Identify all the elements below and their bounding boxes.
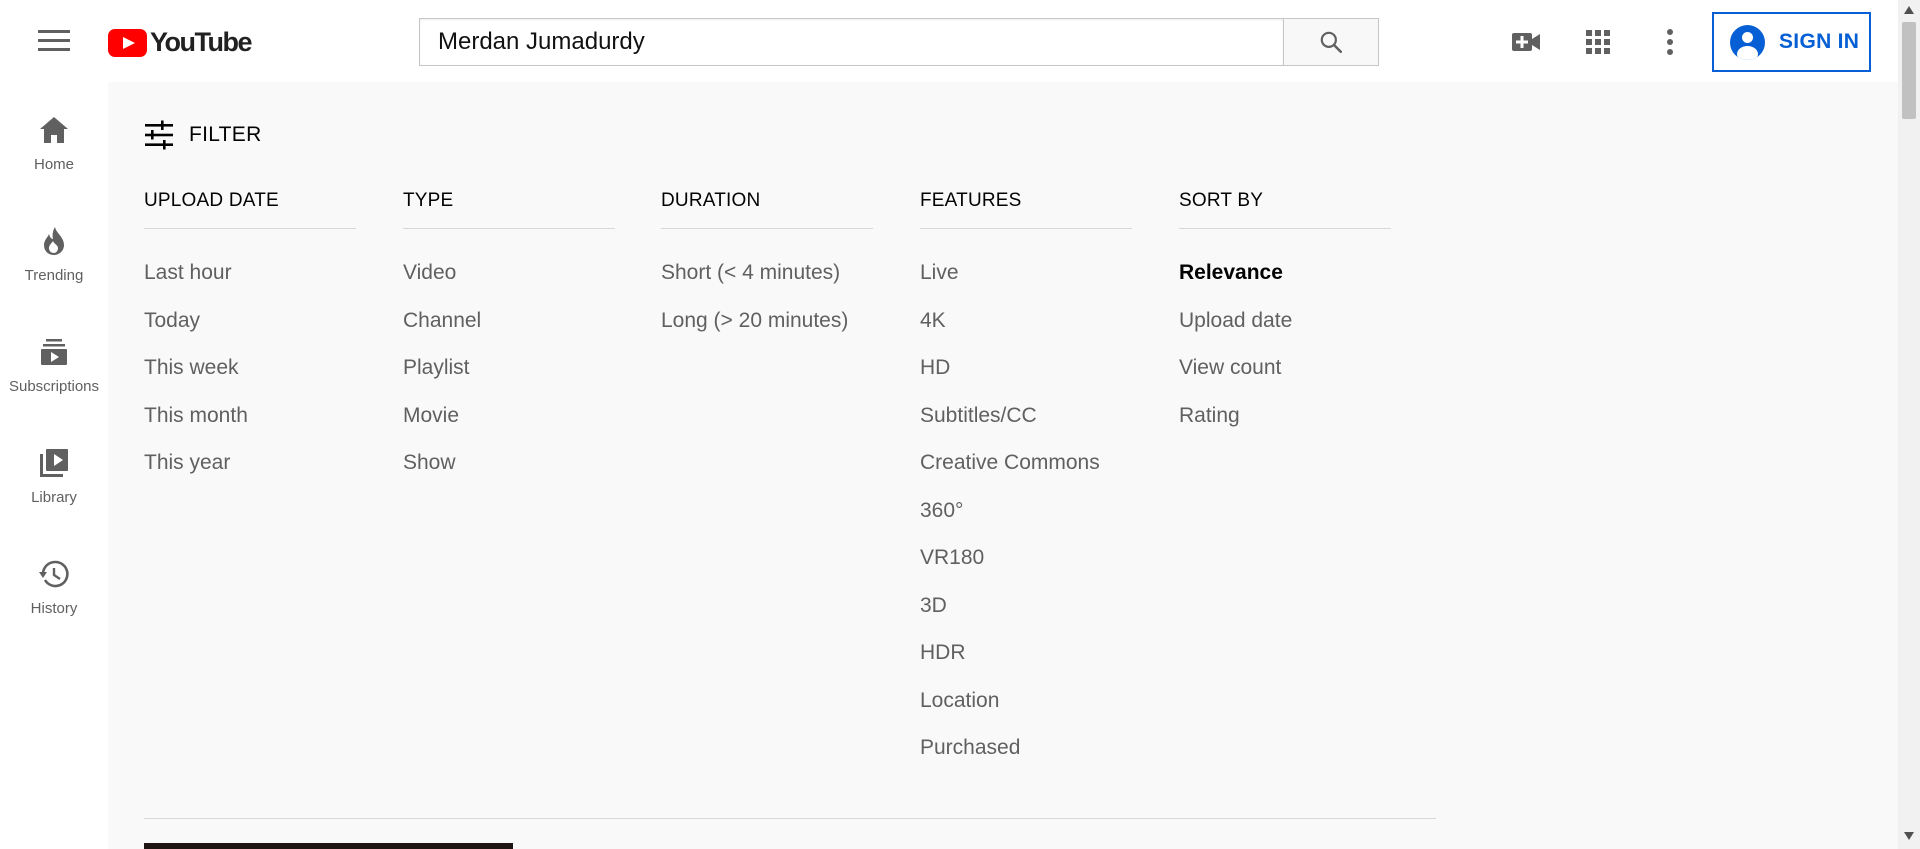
filter-toggle-label: FILTER <box>189 123 262 146</box>
filter-option-subtitles[interactable]: Subtitles/CC <box>920 392 1132 440</box>
filter-group-type: TYPE Video Channel Playlist Movie Show <box>403 190 615 487</box>
account-icon <box>1730 24 1765 60</box>
filter-group-upload-date: UPLOAD DATE Last hour Today This week Th… <box>144 190 356 487</box>
filter-group-features: FEATURES Live 4K HD Subtitles/CC Creativ… <box>920 190 1132 772</box>
sidebar-item-trending[interactable]: Trending <box>0 193 108 293</box>
menu-icon[interactable] <box>38 30 70 54</box>
filter-option-hd[interactable]: HD <box>920 344 1132 392</box>
divider <box>403 228 615 229</box>
filter-option-this-week[interactable]: This week <box>144 344 356 392</box>
divider <box>1179 228 1391 229</box>
logo-text: YouTube <box>150 27 252 57</box>
filter-group-title: SORT BY <box>1179 190 1264 211</box>
filter-group-title: TYPE <box>403 190 454 211</box>
search-results-content: FILTER UPLOAD DATE Last hour Today This … <box>108 82 1898 849</box>
sidebar-item-label: Subscriptions <box>8 378 100 395</box>
video-thumbnail[interactable] <box>144 843 513 849</box>
filter-option-location[interactable]: Location <box>920 677 1132 725</box>
filter-option-long[interactable]: Long (> 20 minutes) <box>661 297 873 345</box>
more-vert-icon <box>1667 29 1673 55</box>
settings-more-button[interactable] <box>1652 24 1688 60</box>
search-input[interactable] <box>419 18 1283 66</box>
filter-option-video[interactable]: Video <box>403 249 615 297</box>
filter-option-live[interactable]: Live <box>920 249 1132 297</box>
filter-option-channel[interactable]: Channel <box>403 297 615 345</box>
sidebar-item-label: Trending <box>24 267 84 284</box>
sort-option-upload-date[interactable]: Upload date <box>1179 297 1391 345</box>
filter-group-title: DURATION <box>661 190 761 211</box>
filter-option-hdr[interactable]: HDR <box>920 629 1132 677</box>
divider <box>920 228 1132 229</box>
filter-option-movie[interactable]: Movie <box>403 392 615 440</box>
filter-option-this-month[interactable]: This month <box>144 392 356 440</box>
sidebar-item-library[interactable]: Library <box>0 415 108 515</box>
video-create-icon <box>1512 33 1540 51</box>
subscriptions-icon <box>38 336 70 368</box>
scrollbar-thumb[interactable] <box>1902 22 1916 119</box>
filter-toggle-button[interactable]: FILTER <box>144 120 262 150</box>
sign-in-button[interactable]: SIGN IN <box>1712 12 1871 72</box>
filter-option-4k[interactable]: 4K <box>920 297 1132 345</box>
sidebar-item-label: Home <box>33 156 74 173</box>
filter-option-short[interactable]: Short (< 4 minutes) <box>661 249 873 297</box>
search-button[interactable] <box>1283 18 1379 66</box>
history-icon <box>38 558 70 590</box>
sign-in-label: SIGN IN <box>1779 30 1860 53</box>
sort-option-relevance[interactable]: Relevance <box>1179 249 1391 297</box>
sidebar-item-subscriptions[interactable]: Subscriptions <box>0 304 108 404</box>
filter-option-3d[interactable]: 3D <box>920 582 1132 630</box>
sidebar-item-label: Library <box>31 489 77 506</box>
divider <box>144 818 1436 819</box>
filter-option-today[interactable]: Today <box>144 297 356 345</box>
sidebar-item-label: History <box>30 600 78 617</box>
filter-option-creative-commons[interactable]: Creative Commons <box>920 439 1132 487</box>
masthead: YouTube Merdan Jumadurdy SIGN IN <box>0 0 1898 82</box>
filter-group-duration: DURATION Short (< 4 minutes) Long (> 20 … <box>661 190 873 344</box>
sidebar-item-home[interactable]: Home <box>0 82 108 182</box>
filter-option-this-year[interactable]: This year <box>144 439 356 487</box>
divider <box>661 228 873 229</box>
youtube-play-icon <box>108 28 147 57</box>
apps-grid-icon <box>1586 30 1610 54</box>
scroll-up-icon[interactable] <box>1904 6 1914 14</box>
trending-icon <box>38 225 70 257</box>
create-video-button[interactable] <box>1508 24 1544 60</box>
filter-option-playlist[interactable]: Playlist <box>403 344 615 392</box>
scroll-down-icon[interactable] <box>1904 832 1914 840</box>
sidebar-item-history[interactable]: History <box>0 526 108 626</box>
home-icon <box>38 114 70 146</box>
filter-option-vr180[interactable]: VR180 <box>920 534 1132 582</box>
library-icon <box>38 447 70 479</box>
sort-option-rating[interactable]: Rating <box>1179 392 1391 440</box>
search-icon <box>1320 31 1343 54</box>
filter-option-show[interactable]: Show <box>403 439 615 487</box>
filter-option-360[interactable]: 360° <box>920 487 1132 535</box>
filter-group-title: UPLOAD DATE <box>144 190 279 211</box>
sort-option-view-count[interactable]: View count <box>1179 344 1391 392</box>
apps-button[interactable] <box>1580 24 1616 60</box>
page-scrollbar[interactable] <box>1898 0 1920 849</box>
search-bar <box>419 18 1379 66</box>
filter-group-sort-by: SORT BY Relevance Upload date View count… <box>1179 190 1391 439</box>
divider <box>144 228 356 229</box>
youtube-logo[interactable]: YouTube <box>108 27 252 58</box>
filter-group-title: FEATURES <box>920 190 1022 211</box>
filter-option-purchased[interactable]: Purchased <box>920 724 1132 772</box>
mini-guide: Home Trending Subscriptions Library Hist… <box>0 82 108 849</box>
filter-option-last-hour[interactable]: Last hour <box>144 249 356 297</box>
filter-tune-icon <box>145 120 173 150</box>
